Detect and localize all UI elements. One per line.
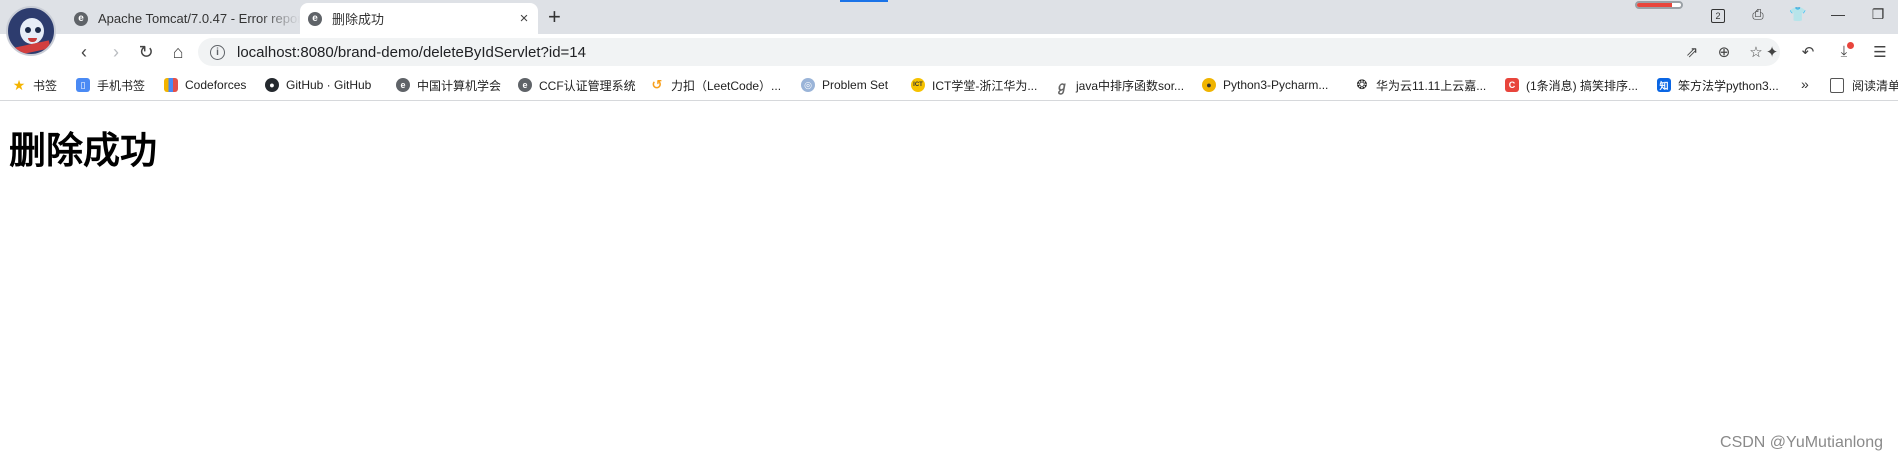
zoom-icon[interactable]: ⊕ [1708,43,1740,61]
printer-icon[interactable]: ⎙ [1738,6,1778,23]
bookmark-item[interactable]: ▯ 手机书签 [76,70,145,100]
minimize-icon[interactable]: — [1818,6,1858,23]
bookmark-item[interactable]: ℊ java中排序函数sor... [1055,70,1184,100]
bookmarks-bar: ★ 书签 ▯ 手机书签 Codeforces ● GitHub · GitHub… [0,70,1898,101]
menu-icon[interactable]: ☰ [1862,43,1898,61]
cursive-icon: ℊ [1055,78,1069,94]
codeforces-bars-icon [164,78,178,92]
share-icon[interactable]: ⇗ [1676,43,1708,61]
bookmark-item[interactable]: ◎ Problem Set [801,70,888,100]
bookmark-item[interactable]: ★ 书签 [12,70,57,100]
star-icon: ★ [12,76,26,93]
bookmark-item[interactable]: C (1条消息) 搞笑排序... [1505,70,1638,100]
phone-bookmark-icon: ▯ [76,78,90,92]
tomcat-favicon-icon: e [74,11,88,26]
extensions-puzzle-icon[interactable]: ✦ [1754,43,1790,61]
profile-avatar[interactable] [6,6,56,56]
bookmark-item[interactable]: ICT ICT学堂-浙江华为... [911,70,1037,100]
page-heading: 删除成功 [9,129,157,172]
download-icon[interactable]: ⤓ [1826,42,1862,61]
csdn-watermark: CSDN @YuMutianlong [1720,434,1883,451]
progress-fill [1637,3,1673,7]
huawei-icon: ❂ [1356,77,1368,92]
reading-list-icon [1830,77,1844,93]
ccf-icon: e [396,78,410,92]
address-bar[interactable]: i localhost:8080/brand-demo/deleteByIdSe… [198,38,1780,66]
bookmarks-overflow-button[interactable]: » [1801,76,1809,92]
extension-toolbar: ✦ ↶ ⤓ ☰ [1754,42,1898,61]
github-icon: ● [265,78,279,92]
home-icon[interactable]: ⌂ [166,40,190,64]
window-controls: 2 ⎙ 👕 — ❐ [1698,6,1898,23]
tab-close-icon[interactable]: × [514,10,534,27]
bookmark-item[interactable]: Codeforces [164,70,246,100]
tomcat-favicon-icon: e [308,11,322,26]
ict-icon: ICT [911,78,925,92]
bookmark-item[interactable]: e 中国计算机学会 [396,70,501,100]
tab-title: Apache Tomcat/7.0.47 - Error report [98,11,300,26]
tab-tomcat-error[interactable]: e Apache Tomcat/7.0.47 - Error report [68,3,300,34]
globe-icon: ◎ [801,78,815,92]
restore-icon[interactable]: ❐ [1858,6,1898,23]
shirt-icon[interactable]: 👕 [1778,6,1818,23]
site-info-icon[interactable]: i [210,44,225,60]
bookmark-item[interactable]: 知 笨方法学python3... [1657,70,1779,100]
reading-list-button[interactable]: 阅读清单 [1830,70,1898,100]
back-icon[interactable]: ‹ [72,40,96,64]
new-tab-button[interactable]: + [548,5,561,29]
tab-title: 删除成功 [332,12,385,27]
bookmark-item[interactable]: ● Python3-Pycharm... [1202,70,1328,100]
ccf-icon: e [518,78,532,92]
ime-indicator-icon[interactable]: 2 [1698,6,1738,23]
page-load-progress [1635,1,1683,9]
tab-strip: e Apache Tomcat/7.0.47 - Error report e … [0,0,1898,34]
bookmark-item[interactable]: ● GitHub · GitHub [265,70,371,100]
bear-icon: ● [1202,78,1216,92]
zhihu-icon: 知 [1657,78,1671,92]
leetcode-icon: ↺ [651,77,663,92]
browser-toolbar: ‹ › ↻ ⌂ i localhost:8080/brand-demo/dele… [0,34,1898,70]
address-url[interactable]: localhost:8080/brand-demo/deleteByIdServ… [237,44,1676,61]
csdn-c-icon: C [1505,78,1519,92]
reload-icon[interactable]: ↻ [134,40,158,64]
tab-delete-success[interactable]: e 删除成功 × [300,3,538,34]
bookmark-item[interactable]: ↺ 力扣（LeetCode）... [650,70,782,100]
bookmark-item[interactable]: ❂ 华为云11.11上云嘉... [1355,70,1487,100]
bookmark-item[interactable]: e CCF认证管理系统 [518,70,636,100]
accent-mark [840,0,888,2]
forward-icon[interactable]: › [104,40,128,64]
undo-icon[interactable]: ↶ [1790,43,1826,61]
